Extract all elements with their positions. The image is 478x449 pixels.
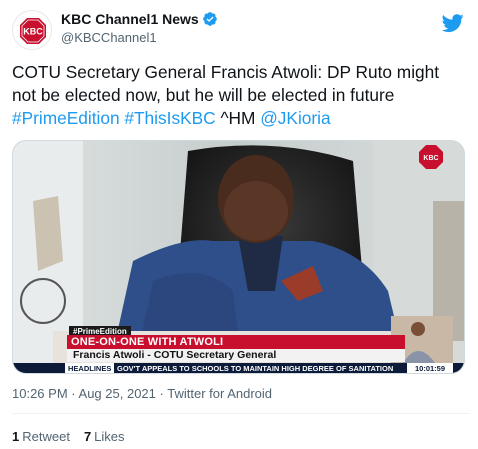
divider	[12, 413, 470, 414]
likes-label: Likes	[94, 429, 125, 444]
tweet-text-line-3: #PrimeEdition #ThisIsKBC ^HM @JKioria	[12, 107, 470, 130]
tweet-card: KBC KBC Channel1 News @KBCChannel1 COTU …	[0, 0, 478, 449]
hashtag-primeedition[interactable]: #PrimeEdition	[12, 108, 120, 128]
meta-separator: ·	[71, 386, 76, 401]
tweet-time[interactable]: 10:26 PM	[12, 386, 68, 401]
retweets-count: 1	[12, 429, 20, 444]
meta-separator: ·	[159, 386, 164, 401]
ticker-clock: 10:01:59	[407, 363, 453, 373]
hashtag-thisiskbc[interactable]: #ThisIsKBC	[124, 108, 215, 128]
author-name[interactable]: KBC Channel1 News	[61, 11, 199, 27]
headline-strap: ONE-ON-ONE WITH ATWOLI	[67, 335, 405, 349]
tweet-text-line-2: not be elected now, but he will be elect…	[12, 85, 395, 105]
twitter-bird-icon[interactable]	[442, 12, 464, 34]
tweet-text-line-1: COTU Secretary General Francis Atwoli: D…	[12, 62, 440, 82]
ticker-text: GOV'T APPEALS TO SCHOOLS TO MAINTAIN HIG…	[117, 364, 394, 373]
avatar[interactable]: KBC	[12, 10, 52, 50]
verified-badge-icon	[202, 12, 217, 26]
ticker-label: HEADLINES	[65, 363, 115, 373]
likes-count: 7	[83, 429, 92, 444]
tweet-stats: 1 Retweet 7 Likes	[12, 429, 125, 444]
retweets-label: Retweet	[22, 429, 70, 444]
signoff-text: ^HM	[220, 108, 256, 128]
author-name-row: KBC Channel1 News	[61, 11, 218, 27]
mention-jkioria[interactable]: @JKioria	[260, 108, 330, 128]
tweet-text: COTU Secretary General Francis Atwoli: D…	[12, 61, 470, 130]
channel-bug-label: KBC	[423, 155, 438, 162]
name-strap: Francis Atwoli - COTU Secretary General	[67, 349, 405, 362]
author-handle[interactable]: @KBCChannel1	[61, 30, 157, 45]
svg-text:KBC: KBC	[23, 27, 43, 37]
retweets-stat[interactable]: 1 Retweet	[12, 429, 70, 444]
tweet-media-video[interactable]: KBC #PrimeEdition ONE-ON-ONE WITH ATWOLI…	[12, 140, 465, 374]
kbc-logo: KBC	[13, 11, 51, 49]
tweet-source[interactable]: Twitter for Android	[167, 386, 272, 401]
tweet-meta: 10:26 PM · Aug 25, 2021 · Twitter for An…	[12, 386, 272, 401]
tweet-date[interactable]: Aug 25, 2021	[79, 386, 156, 401]
likes-stat[interactable]: 7 Likes	[84, 429, 125, 444]
